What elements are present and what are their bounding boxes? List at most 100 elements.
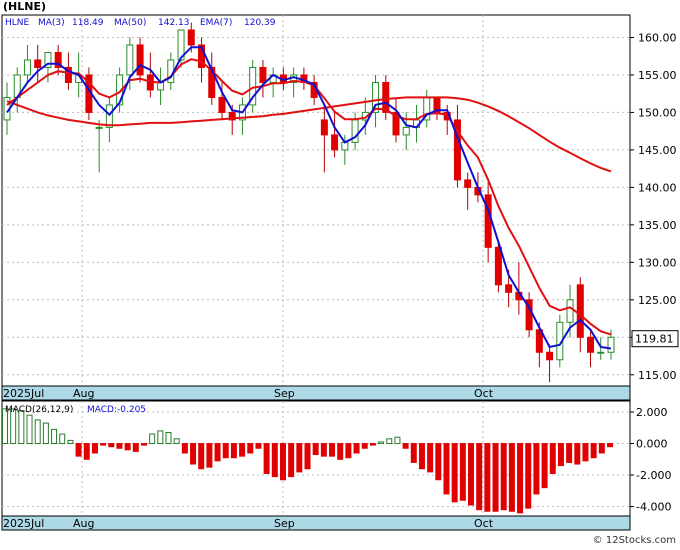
candle-body <box>566 299 574 323</box>
macd-bar <box>337 443 344 460</box>
macd-bar <box>279 443 286 481</box>
price-tick-label: 115.00 <box>638 369 677 382</box>
macd-bar <box>451 443 458 503</box>
macd-bar <box>541 443 548 489</box>
macd-xaxis-label: Aug <box>73 517 94 530</box>
macd-bar <box>386 438 393 445</box>
macd-bar <box>500 443 507 511</box>
price-tick-label: 160.00 <box>638 31 677 44</box>
price-xaxis-label: Aug <box>73 387 94 400</box>
candle-body <box>218 96 226 113</box>
macd-bar <box>255 443 262 449</box>
price-tick-label: 130.00 <box>638 256 677 269</box>
macd-bar <box>100 443 107 446</box>
macd-bar <box>239 443 246 457</box>
macd-bar <box>157 430 164 445</box>
macd-bar <box>34 419 41 445</box>
candle-body <box>382 81 390 113</box>
macd-bar <box>288 443 295 478</box>
macd-bar <box>607 443 613 448</box>
macd-bar <box>369 443 376 446</box>
macd-bar <box>26 414 33 445</box>
price-xaxis-label: Oct <box>474 387 494 400</box>
price-tick-label: 150.00 <box>638 106 677 119</box>
candle-body <box>23 59 31 76</box>
candle-body <box>607 336 615 353</box>
candle-body <box>494 246 502 286</box>
macd-bar <box>549 443 556 474</box>
macd-bar <box>51 428 58 445</box>
macd-bar <box>75 443 82 457</box>
macd-bar <box>394 436 401 445</box>
macd-bar <box>574 443 581 465</box>
macd-tick-label: 0.000 <box>636 438 668 451</box>
macd-xaxis-label: Sep <box>274 517 295 530</box>
candle-body <box>576 284 584 338</box>
legend-ma50-value: 142.13 <box>158 18 190 28</box>
macd-bar <box>108 443 115 448</box>
legend-symbol: HLNE <box>5 18 30 28</box>
macd-tick-label: -4.000 <box>636 501 671 514</box>
price-xaxis-label: Sep <box>274 387 295 400</box>
macd-xaxis-label: Oct <box>474 517 494 530</box>
macd-bar <box>124 443 131 451</box>
price-xaxis-band <box>1 385 631 401</box>
macd-bar <box>517 443 524 514</box>
candle-body <box>505 284 513 293</box>
macd-bar <box>181 443 188 454</box>
macd-bar <box>508 443 515 512</box>
candle-body <box>95 126 103 129</box>
macd-bar <box>410 443 417 463</box>
macd-bar <box>598 443 605 454</box>
legend-ma50: MA(50) <box>114 18 146 28</box>
macd-bar <box>173 438 180 445</box>
macd-bar <box>566 443 573 463</box>
price-tick-label: 155.00 <box>638 69 677 82</box>
legend-ma3: MA(3) <box>38 18 65 28</box>
candle-body <box>126 44 134 76</box>
candle-body <box>341 141 349 151</box>
macd-bar <box>557 443 564 467</box>
legend-ma3-value: 118.49 <box>72 18 104 28</box>
macd-bar <box>443 443 450 495</box>
candle-body <box>136 44 144 76</box>
macd-bar <box>320 443 327 457</box>
macd-bar <box>590 443 597 459</box>
macd-bar <box>247 443 254 454</box>
macd-bar <box>361 443 368 449</box>
stock-chart: 115.00120.00125.00130.00135.00140.00145.… <box>0 0 680 546</box>
price-panel <box>1 14 631 387</box>
candle-body <box>587 336 595 353</box>
macd-bar <box>329 443 336 457</box>
macd-bar <box>378 441 385 445</box>
macd-bar <box>492 443 499 512</box>
ticker-label: (HLNE) <box>3 0 46 13</box>
macd-bar <box>59 433 66 445</box>
macd-bar <box>296 443 303 473</box>
chart-svg: 115.00120.00125.00130.00135.00140.00145.… <box>1 14 679 531</box>
macd-bar <box>263 443 270 474</box>
macd-bar <box>214 443 221 462</box>
macd-bar <box>18 409 25 445</box>
macd-bar <box>222 443 229 459</box>
macd-bar <box>459 443 466 501</box>
legend-ema7-value: 120.39 <box>244 18 276 28</box>
macd-legend-label: MACD(26,12,9) <box>5 405 73 415</box>
candle-body <box>484 194 492 248</box>
macd-bar <box>149 433 156 445</box>
price-tick-label: 140.00 <box>638 181 677 194</box>
macd-bar <box>165 432 172 445</box>
macd-bar <box>353 443 360 454</box>
macd-tick-label: 2.000 <box>636 406 668 419</box>
candle-body <box>464 179 472 188</box>
candle-body <box>34 59 42 68</box>
macd-bar <box>206 443 213 468</box>
macd-bar <box>468 443 475 506</box>
macd-bar <box>427 443 434 473</box>
macd-legend-value: MACD:-0.205 <box>87 405 146 415</box>
macd-bar <box>132 443 139 452</box>
macd-bar <box>190 443 197 465</box>
macd-bar <box>198 443 205 470</box>
last-price-label: 119.81 <box>635 333 674 346</box>
macd-bar <box>67 439 74 445</box>
